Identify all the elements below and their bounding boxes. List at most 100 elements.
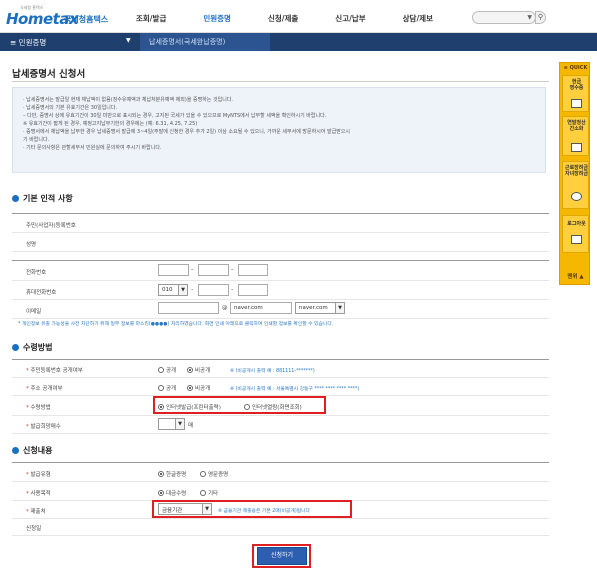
section-title-apply: 신청내용	[12, 445, 52, 456]
radio-rrn-private[interactable]: 비공개	[187, 366, 210, 374]
quick-item-label: 연말정산 간소화	[567, 120, 586, 132]
radio-icon	[158, 385, 164, 391]
highlight-box	[153, 396, 326, 414]
quick-item-year-end[interactable]: 연말정산 간소화	[562, 116, 589, 156]
radio-label: 비공개	[195, 368, 211, 374]
addr-hint: ※ (비공개시 출력 예 : 서울특별시 강동구 **** **** **** …	[230, 387, 360, 392]
name-label: 성명	[26, 242, 37, 248]
quick-item-cash-receipt[interactable]: 현금 영수증	[562, 75, 589, 112]
copies-label: 발급희망매수	[26, 422, 61, 430]
radio-checked-icon	[187, 385, 193, 391]
radio-label: 공개	[166, 386, 177, 392]
chevron-down-icon: ▼	[335, 303, 344, 313]
notice-line: · 기타 문의사항은 관할세무서 민원실에 문의하여 주시기 바랍니다.	[23, 145, 162, 151]
nav-item[interactable]: 신고/납부	[335, 13, 365, 24]
form-row-copies: 발급희망매수	[12, 416, 549, 434]
notice-line: · 증명서에서 체납액을 납부한 경우 납세증명서 발급에 3~4일(주말에 신…	[23, 129, 351, 135]
page-title: 납세증명서 신청서	[12, 69, 86, 80]
radio-icon	[158, 367, 164, 373]
quick-item-logout[interactable]: 로그아웃	[562, 215, 589, 253]
radio-checked-icon	[158, 471, 164, 477]
section-title-text: 신청내용	[23, 446, 53, 455]
form-row-mobile: 휴대전화번호	[12, 281, 549, 300]
radio-label: 한글증명	[166, 472, 187, 478]
main-nav: 조회/발급 민원증명 신청/제출 신고/납부 상담/제보	[136, 13, 470, 24]
chevron-down-icon[interactable]: ▼	[126, 37, 131, 44]
radio-addr-public[interactable]: 공개	[158, 384, 176, 392]
quick-menu: ≡ QUICK 현금 영수증 연말정산 간소화 근로장려금 자녀장려금 로그아웃…	[559, 62, 590, 285]
submit-to-label: 제출처	[26, 507, 46, 515]
form-row-date: 신청일	[12, 519, 549, 536]
radio-rrn-public[interactable]: 공개	[158, 366, 176, 374]
radio-purpose-payment[interactable]: 대금수령	[158, 489, 186, 497]
quick-item-label: 현금 영수증	[569, 79, 584, 91]
form-row-phone: 전화번호	[12, 261, 549, 281]
at-sign: @	[222, 305, 228, 311]
quick-item-label: 로그아웃	[567, 221, 586, 227]
addr-disclose-label: 주소 공개여부	[26, 384, 63, 392]
chevron-down-icon[interactable]: ▼	[527, 14, 532, 21]
privacy-note: * 개인정보 유출 가능성을 사전 차단하기 위해 일부 정보를 마스킹(●●●…	[18, 322, 334, 327]
rrn-label: 주민(사업자)등록번호	[26, 223, 76, 229]
rrn-hint: ※ (비공개시 출력 예 : 881111-*******)	[230, 369, 315, 374]
nav-item[interactable]: 조회/발급	[136, 13, 166, 24]
notice-line: 기 바랍니다.	[23, 137, 50, 143]
email-domain-select[interactable]: naver.com ▼	[295, 302, 345, 314]
breadcrumb-label: 납세증명서(국세완납증명)	[149, 38, 226, 46]
quick-item-label: 근로장려금 자녀장려금	[564, 165, 588, 177]
receipt-icon	[571, 99, 582, 108]
phone-field-1[interactable]	[158, 264, 189, 276]
radio-lang-korean[interactable]: 한글증명	[158, 470, 186, 478]
form-row-rrn: 주민(사업자)등록번호	[12, 214, 549, 233]
scroll-top-button[interactable]: 맨위 ▲	[560, 272, 591, 280]
title-divider	[12, 81, 549, 82]
purpose-label: 사용목적	[26, 489, 51, 497]
form-row-name: 성명	[12, 233, 549, 252]
method-label: 수령방법	[26, 403, 51, 411]
hometax-logo[interactable]: 국세청 홈택스 Hometax 국세청홈택스	[6, 5, 108, 29]
search-icon[interactable]: ⚲	[535, 11, 546, 24]
email-id-field[interactable]	[158, 302, 219, 314]
phone-field-3[interactable]	[238, 264, 268, 276]
bullet-icon	[12, 195, 19, 202]
radio-lang-english[interactable]: 영문증명	[200, 470, 228, 478]
mobile-prefix-value: 010	[162, 287, 173, 293]
notice-line: – 다만, 증명서 상에 유효기간이 30일 미만으로 표시되는 경우, 고지된…	[23, 113, 327, 119]
nav-item[interactable]: 상담/제보	[403, 13, 433, 24]
notice-line: · 납세증명서의 기본 유효기간은 30일입니다.	[23, 105, 118, 111]
quick-title: ≡ QUICK	[563, 65, 588, 71]
radio-label: 비공개	[195, 386, 211, 392]
chevron-down-icon: ▼	[178, 285, 187, 295]
mobile-field-3[interactable]	[238, 284, 268, 296]
search-input[interactable]: ▼	[472, 11, 536, 24]
form-row-purpose: 사용목적	[12, 482, 549, 501]
radio-purpose-other[interactable]: 기타	[200, 489, 218, 497]
mobile-field-2[interactable]	[198, 284, 229, 296]
sub-navigation-bar: ≡ 민원증명 ▼ 납세증명서(국세완납증명)	[0, 33, 597, 51]
radio-addr-private[interactable]: 비공개	[187, 384, 210, 392]
phone-label: 전화번호	[26, 270, 47, 276]
section-title-text: 기본 인적 사항	[23, 194, 73, 203]
dash: –	[191, 267, 194, 273]
copies-select[interactable]: ▼	[158, 418, 185, 430]
heart-icon	[571, 192, 582, 201]
mobile-prefix-select[interactable]: 010 ▼	[158, 284, 188, 296]
dash: –	[231, 287, 234, 293]
notice-line: · 납세증명서는 발급일 현재 체납액이 없음(징수유예액과 체납처분유예액 제…	[23, 97, 233, 103]
copies-unit: 매	[188, 423, 194, 429]
radio-checked-icon	[158, 490, 164, 496]
dash: –	[191, 287, 194, 293]
nav-item-active[interactable]: 민원증명	[203, 13, 231, 24]
rrn-disclose-label: 주민등록번호 공개여부	[26, 366, 83, 374]
radio-label: 공개	[166, 368, 177, 374]
radio-label: 영문증명	[208, 472, 229, 478]
email-domain-field[interactable]: naver.com	[230, 302, 292, 314]
phone-field-2[interactable]	[198, 264, 229, 276]
date-label: 신청일	[26, 526, 42, 532]
breadcrumb[interactable]: 납세증명서(국세완납증명)	[140, 33, 270, 51]
radio-icon	[200, 490, 206, 496]
menu-toggle[interactable]: ≡ 민원증명	[10, 37, 46, 48]
calendar-icon	[571, 143, 582, 152]
quick-item-earned-income[interactable]: 근로장려금 자녀장려금	[562, 161, 589, 209]
nav-item[interactable]: 신청/제출	[268, 13, 298, 24]
